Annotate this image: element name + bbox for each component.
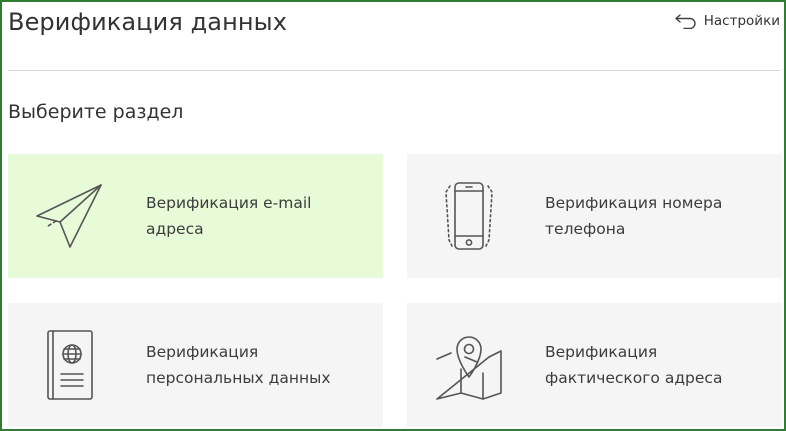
card-phone-verification[interactable]: Верификация номера телефона xyxy=(407,154,782,278)
paper-plane-icon xyxy=(34,180,106,252)
map-pin-icon xyxy=(433,329,505,401)
card-personal-label: Верификация персональных данных xyxy=(146,339,366,391)
card-address-label: Верификация фактического адреса xyxy=(545,339,765,391)
card-email-verification[interactable]: Верификация e-mail адреса xyxy=(8,154,383,278)
smartphone-icon xyxy=(433,180,505,252)
card-personal-line2: персональных данных xyxy=(146,369,331,387)
settings-link[interactable]: Настройки xyxy=(674,13,780,29)
card-email-line1: Верификация e-mail xyxy=(146,194,312,212)
page-title: Верификация данных xyxy=(8,8,288,36)
passport-icon xyxy=(34,329,106,401)
section-title: Выберите раздел xyxy=(8,101,184,123)
card-phone-line2: телефона xyxy=(545,220,626,238)
back-arrow-icon xyxy=(674,13,698,29)
settings-label: Настройки xyxy=(703,13,780,29)
card-personal-verification[interactable]: Верификация персональных данных xyxy=(8,303,383,427)
window-frame: Верификация данных Настройки Выберите ра… xyxy=(0,0,786,431)
card-address-line1: Верификация xyxy=(545,343,658,361)
card-address-line2: фактического адреса xyxy=(545,369,723,387)
card-address-verification[interactable]: Верификация фактического адреса xyxy=(407,303,782,427)
card-email-line2: адреса xyxy=(146,220,204,238)
card-email-label: Верификация e-mail адреса xyxy=(146,190,366,242)
card-phone-label: Верификация номера телефона xyxy=(545,190,765,242)
header-divider xyxy=(8,70,780,71)
card-personal-line1: Верификация xyxy=(146,343,259,361)
card-phone-line1: Верификация номера xyxy=(545,194,723,212)
